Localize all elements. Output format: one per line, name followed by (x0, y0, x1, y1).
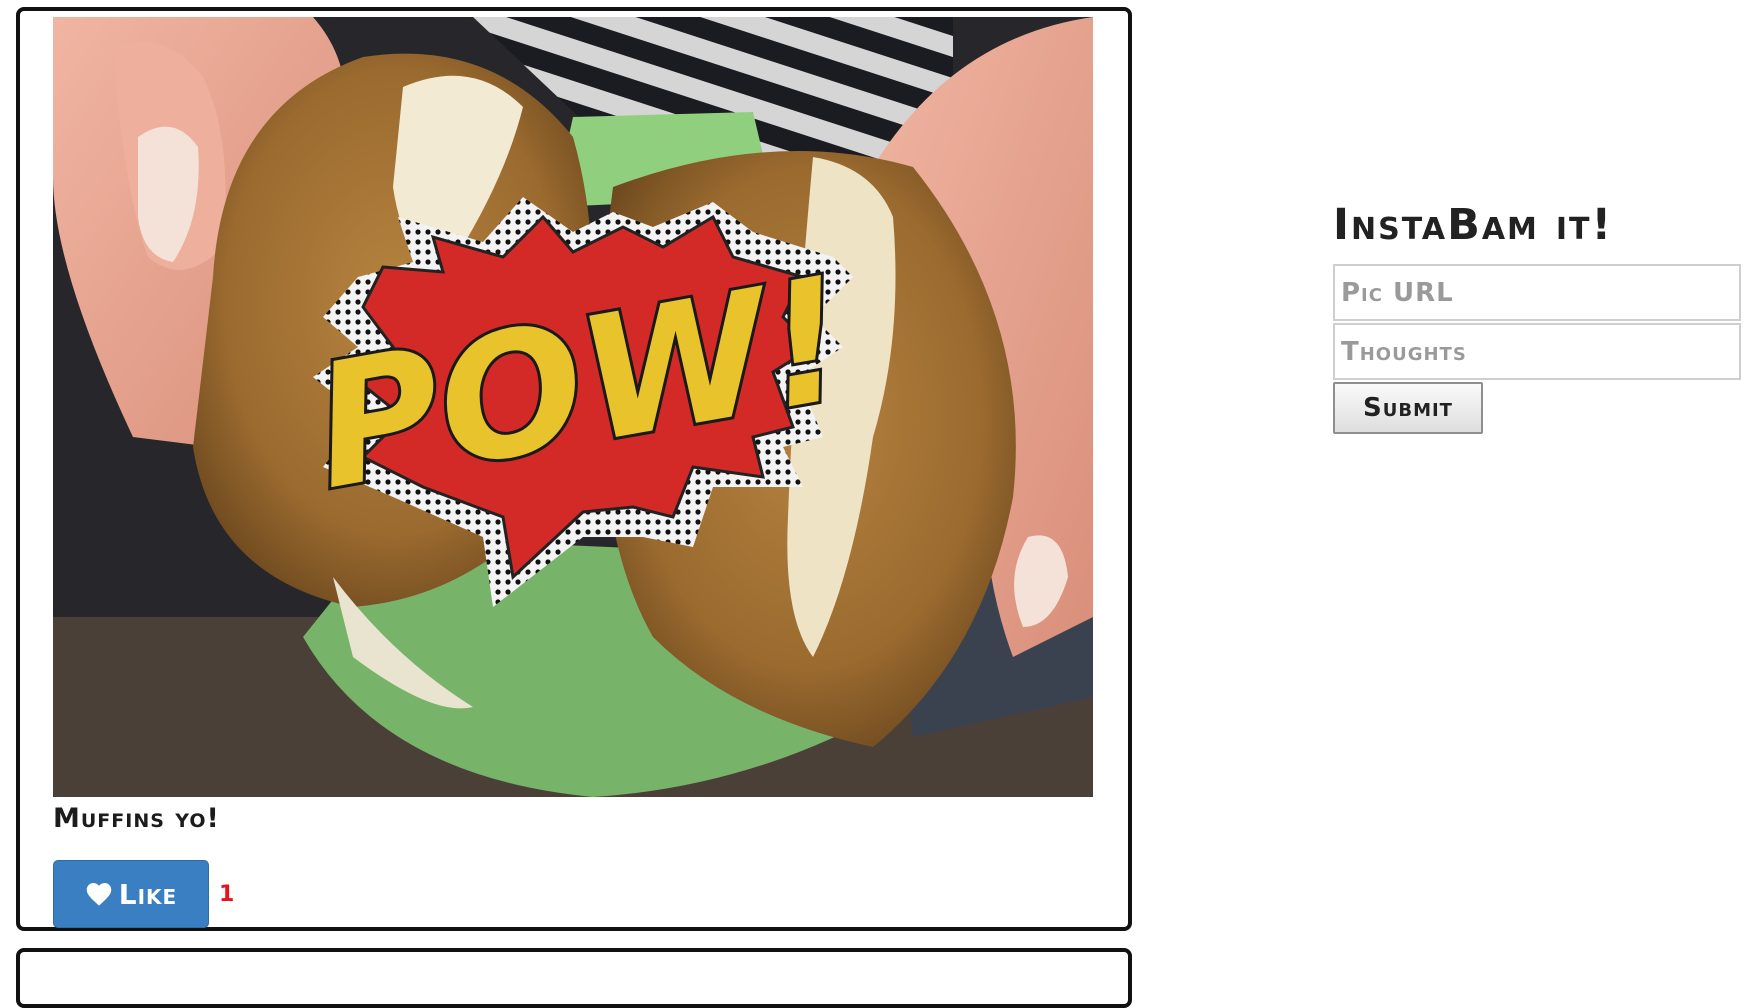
post-form: InstaBam it! Submit (1333, 200, 1743, 434)
post-caption: Muffins yo! (53, 803, 220, 834)
heart-icon (86, 883, 112, 906)
pic-url-input[interactable] (1333, 264, 1741, 321)
like-button[interactable]: Like (53, 860, 209, 928)
thoughts-input[interactable] (1333, 323, 1741, 380)
post-card (16, 948, 1132, 1008)
like-count: 1 (219, 881, 235, 907)
like-row: Like 1 (53, 860, 234, 928)
post-image-illustration: POW! (53, 17, 1093, 797)
submit-button[interactable]: Submit (1333, 382, 1483, 434)
like-label: Like (118, 877, 178, 911)
form-title: InstaBam it! (1333, 200, 1614, 250)
post-card: POW! Muffins yo! Like 1 (16, 7, 1132, 931)
post-image: POW! (53, 17, 1093, 797)
